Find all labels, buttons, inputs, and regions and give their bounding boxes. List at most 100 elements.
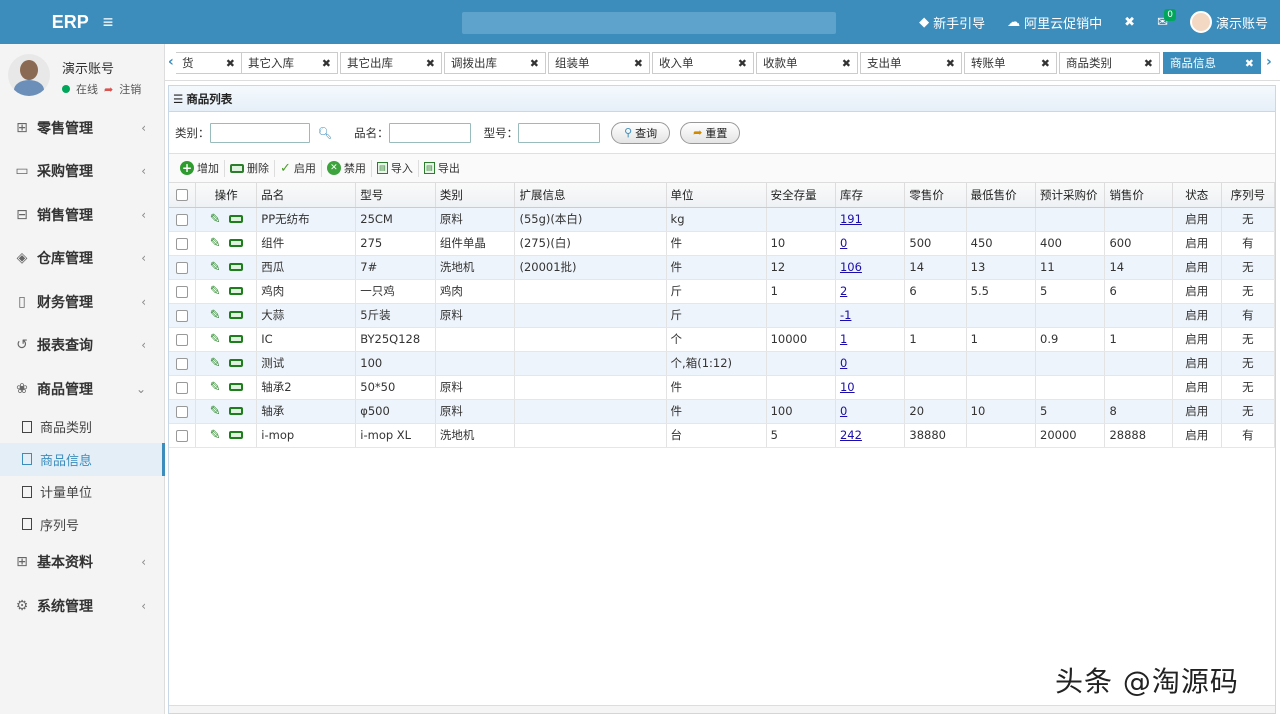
edit-icon[interactable]: ✎ [210,428,221,443]
sidebar-item-system[interactable]: ⚙ 系统管理 ‹ [0,584,164,628]
tab-scroll-left-icon[interactable]: ‹ [168,54,174,70]
tab-item[interactable]: 收款单 ✖ [756,52,858,74]
table-row[interactable]: ✎ 轴承2 50*50 原料 件 10 启用无 [169,375,1276,400]
close-icon[interactable]: ✖ [1245,57,1254,70]
close-icon[interactable]: ✖ [1041,57,1050,70]
edit-icon[interactable]: ✎ [210,380,221,395]
tab-item[interactable]: 支出单 ✖ [860,52,962,74]
sidebar-item-retail[interactable]: ⊞ 零售管理 ‹ [0,106,164,150]
col-header[interactable]: 单位 [666,183,767,208]
checkbox[interactable] [176,333,189,346]
checkbox[interactable] [176,237,189,250]
checkbox[interactable] [176,381,189,394]
col-header[interactable]: 安全存量 [766,183,836,208]
edit-icon[interactable]: ✎ [210,332,221,347]
row-checkbox-cell[interactable] [169,423,197,448]
sidebar-item-reports[interactable]: ↺ 报表查询 ‹ [0,324,164,368]
col-header[interactable]: 序列号 [1221,183,1276,208]
delete-icon[interactable] [228,431,243,439]
edit-icon[interactable]: ✎ [210,308,221,323]
stock-link[interactable]: 10 [840,380,855,394]
table-row[interactable]: ✎ IC BY25Q128 个 10000 1 1 1 0.9 1 启用无 [169,327,1276,352]
delete-icon[interactable] [228,263,243,271]
checkbox[interactable] [176,357,189,370]
tab-item[interactable]: 货 ✖ [176,52,242,74]
tab-item[interactable]: 其它入库 ✖ [241,52,338,74]
close-icon[interactable]: ✖ [842,57,851,70]
table-row[interactable]: ✎ 大蒜 5斤装 原料 斤 -1 启用有 [169,303,1276,328]
col-header[interactable]: 扩展信息 [514,183,667,208]
row-checkbox-cell[interactable] [169,207,197,232]
account-menu[interactable]: 演示账号 [1189,11,1268,33]
stock-link[interactable]: -1 [840,308,851,322]
row-checkbox-cell[interactable] [169,351,197,376]
export-button[interactable]: ▤ 导出 [419,160,465,177]
delete-icon[interactable] [228,215,243,223]
category-input[interactable] [209,122,310,143]
close-icon[interactable]: ✖ [322,57,331,70]
table-row[interactable]: ✎ 轴承 φ500 原料 件 100 0 20 10 5 8 启用无 [169,399,1276,424]
edit-icon[interactable]: ✎ [210,212,221,227]
submenu-serial[interactable]: 序列号 [0,508,164,541]
sidebar-item-warehouse[interactable]: ◈ 仓库管理 ‹ [0,237,164,281]
col-header[interactable]: 型号 [355,183,436,208]
stock-link[interactable]: 2 [840,284,847,298]
row-checkbox-cell[interactable] [169,279,197,304]
table-row[interactable]: ✎ 组件 275 组件单晶 (275)(白) 件 10 0 500 450 400 600 启用有 [169,231,1276,256]
tab-item-active[interactable]: 商品信息 ✖ [1163,52,1261,74]
tab-item[interactable]: 转账单 ✖ [964,52,1057,74]
logo[interactable]: ERP ≡ [0,0,165,44]
stock-link[interactable]: 0 [840,236,847,250]
table-row[interactable]: ✎ 鸡肉 一只鸡 鸡肉斤 1 2 6 5.5 5 6 启用无 [169,279,1276,304]
tab-scroll-right-icon[interactable]: › [1266,54,1272,70]
close-icon[interactable]: ✖ [530,57,539,70]
sidebar-item-purchase[interactable]: ▭ 采购管理 ‹ [0,150,164,194]
close-icon[interactable]: ✖ [634,57,643,70]
edit-icon[interactable]: ✎ [210,284,221,299]
tab-item[interactable]: 调拨出库 ✖ [444,52,546,74]
edit-icon[interactable]: ✎ [210,236,221,251]
col-header[interactable]: 类别 [435,183,516,208]
stock-link[interactable]: 0 [840,404,847,418]
mail-button[interactable]: ✉ 0 [1157,8,1176,30]
delete-icon[interactable] [228,311,243,319]
search-icon[interactable]: 🔍︎ [318,126,333,140]
row-checkbox-cell[interactable] [169,327,197,352]
table-row[interactable]: ✎ 西瓜 7# 洗地机 (20001批) 件 12 106 14 13 11 14 启用无 [169,255,1276,280]
close-icon[interactable]: ✖ [738,57,747,70]
row-checkbox-cell[interactable] [169,231,197,256]
row-checkbox-cell[interactable] [169,375,197,400]
close-icon[interactable]: ✖ [226,57,235,70]
checkbox[interactable] [176,309,189,322]
delete-icon[interactable] [228,335,243,343]
fullscreen-button[interactable]: ✖ [1124,15,1135,30]
edit-icon[interactable]: ✎ [210,356,221,371]
edit-icon[interactable]: ✎ [210,260,221,275]
col-header[interactable]: 最低售价 [966,183,1037,208]
stock-link[interactable]: 242 [840,428,862,442]
col-header[interactable]: 零售价 [904,183,967,208]
stock-link[interactable]: 191 [840,212,862,226]
col-header[interactable]: 状态 [1172,183,1222,208]
tab-item[interactable]: 收入单 ✖ [652,52,754,74]
delete-icon[interactable] [228,359,243,367]
delete-icon[interactable] [228,239,243,247]
submenu-unit[interactable]: 计量单位 [0,476,164,509]
guide-link[interactable]: ◆ 新手引导 [919,13,985,32]
close-icon[interactable]: ✖ [1144,57,1153,70]
import-button[interactable]: ▤ 导入 [372,159,419,177]
table-row[interactable]: ✎ 测试 100 个,箱(1:12) 0 启用无 [169,351,1276,376]
checkbox[interactable] [176,429,189,442]
search-button[interactable]: ⚲ 查询 [611,121,671,144]
promo-link[interactable]: ☁ 阿里云促销中 [1007,13,1102,32]
delete-icon[interactable] [228,407,243,415]
tab-item[interactable]: 商品类别 ✖ [1059,52,1160,74]
table-row[interactable]: ✎ PP无纺布 25CM 原料 (55g)(本白) kg 191 启用无 [169,207,1276,232]
col-header[interactable]: 预计采购价 [1035,183,1106,208]
col-header[interactable]: 销售价 [1104,183,1173,208]
reset-button[interactable]: ➦ 重置 [680,121,741,144]
tab-item[interactable]: 其它出库 ✖ [340,52,442,74]
disable-button[interactable]: ✕ 禁用 [322,159,372,177]
tab-item[interactable]: 组装单 ✖ [548,52,650,74]
hamburger-icon[interactable]: ≡ [103,12,114,33]
